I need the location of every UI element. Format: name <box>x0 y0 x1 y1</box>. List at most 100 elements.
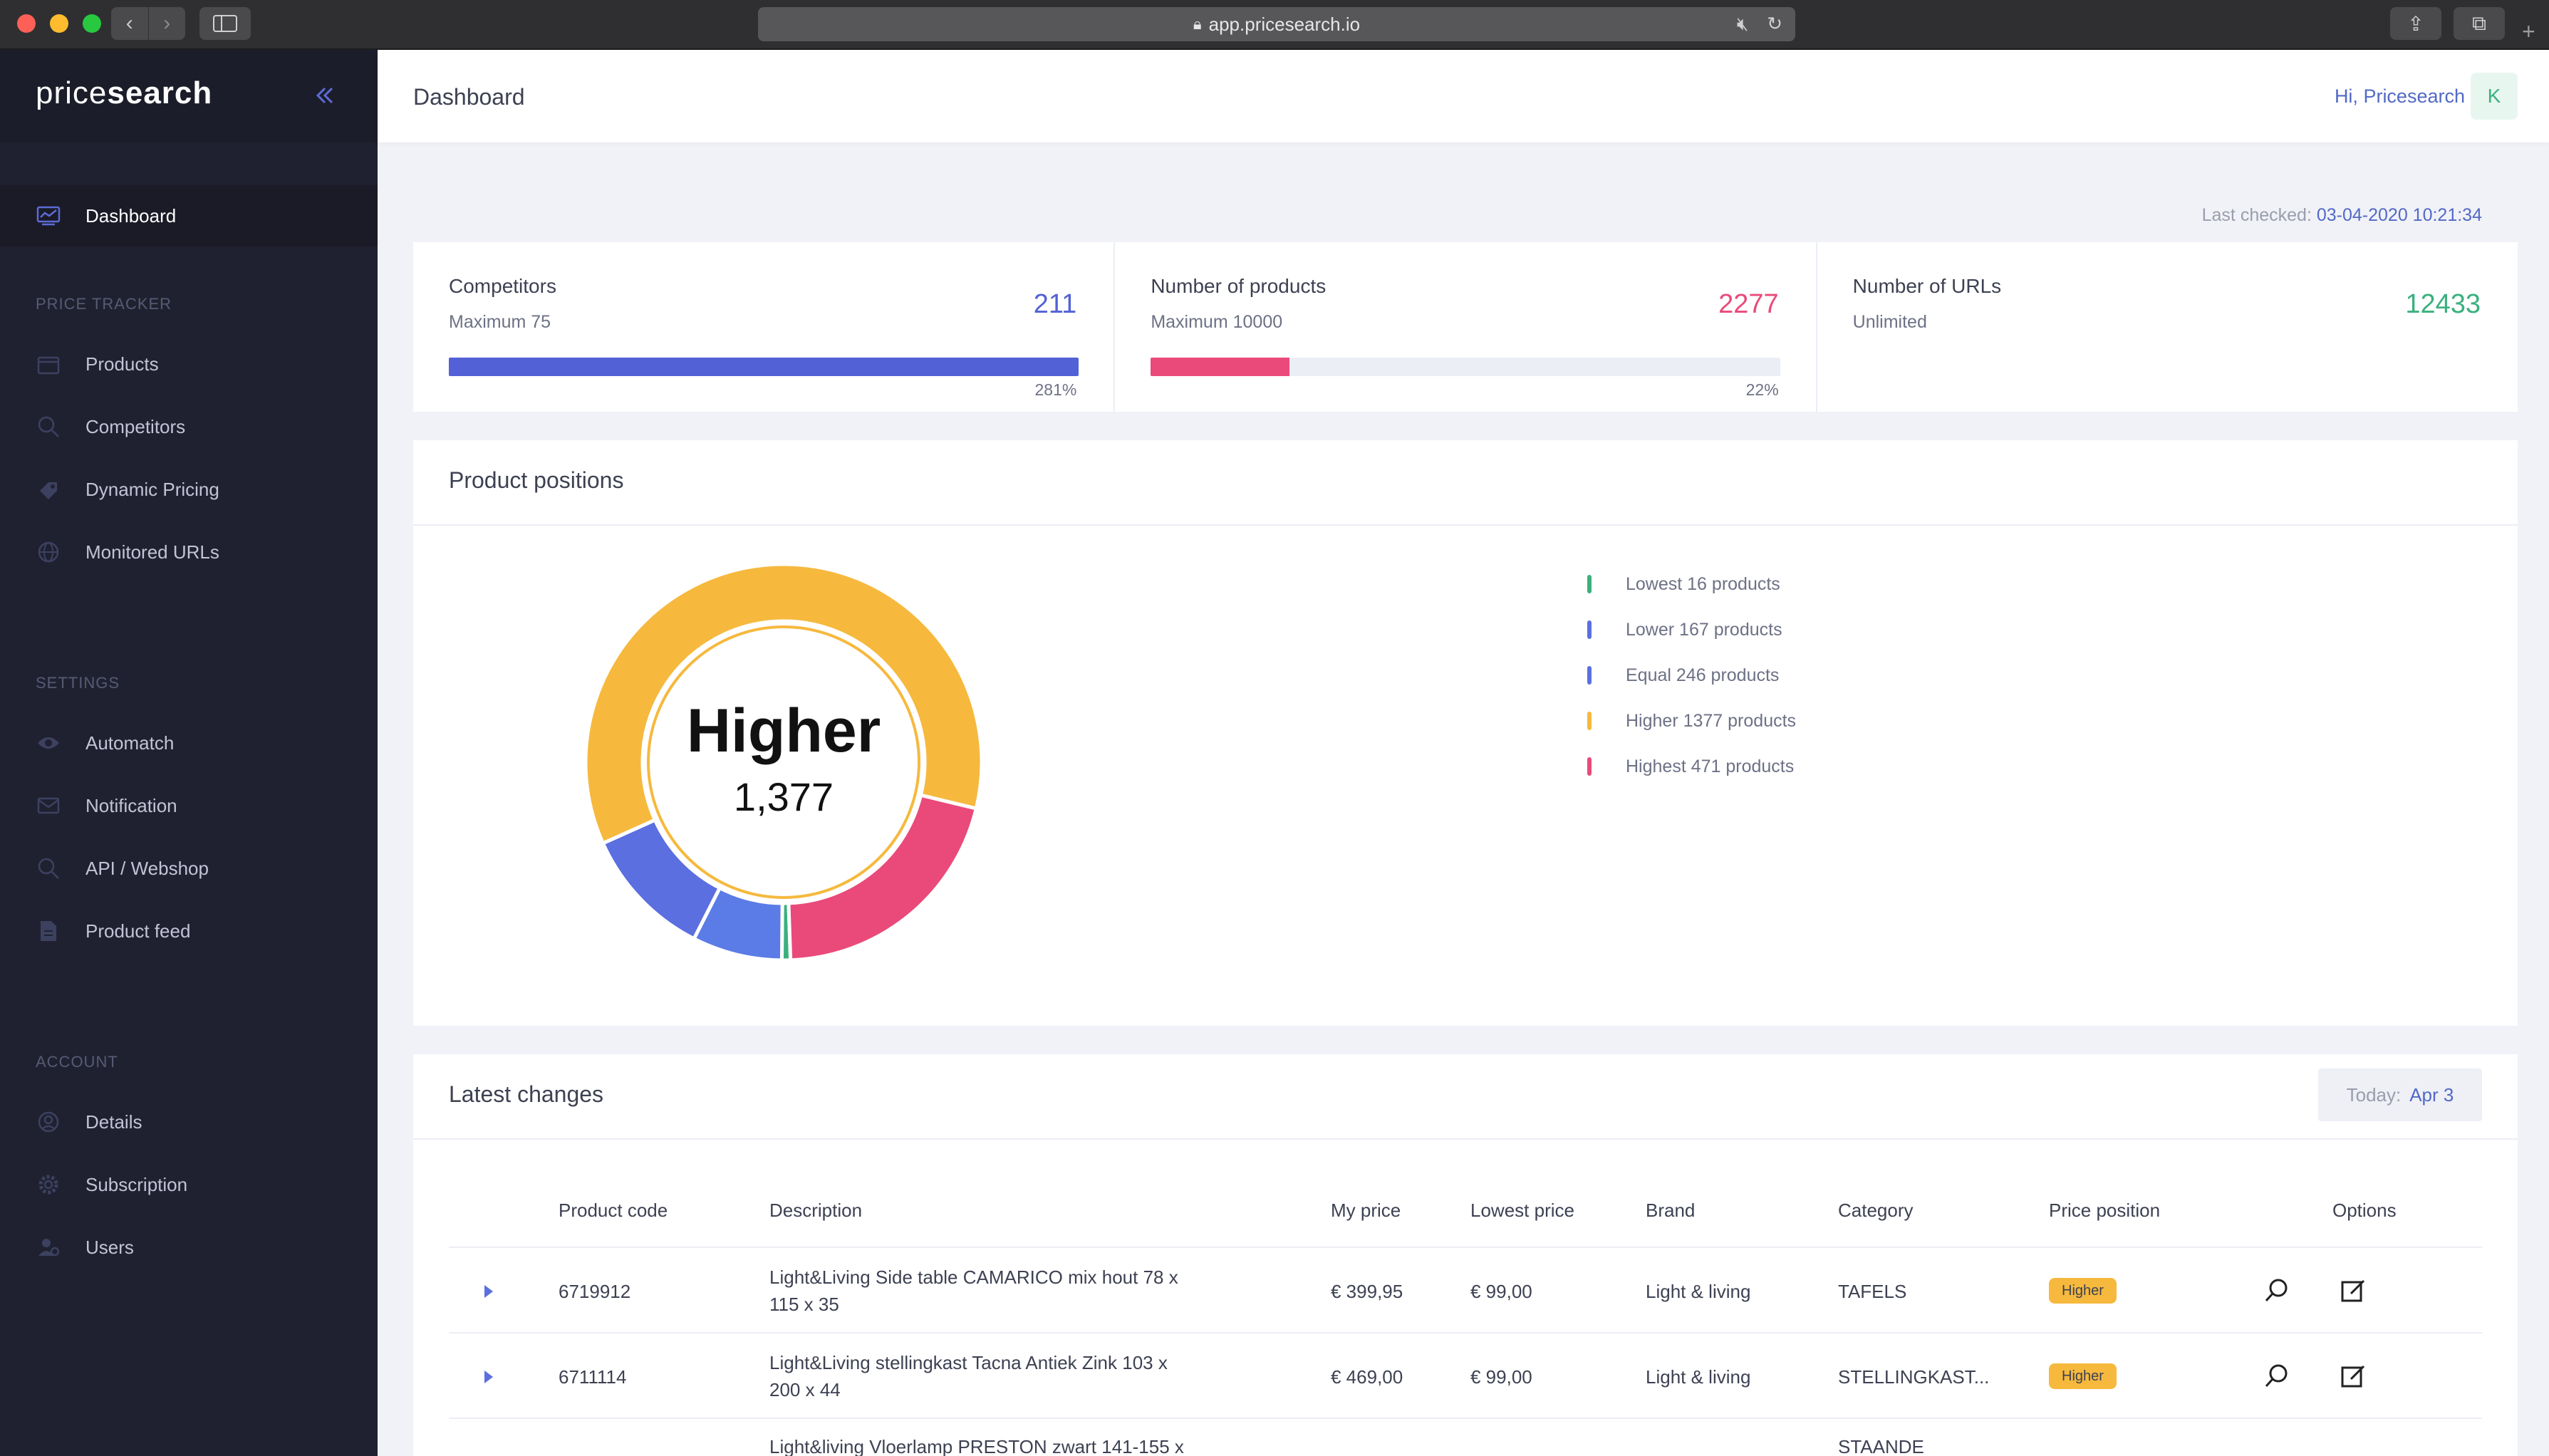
description-line: 200 x 44 <box>769 1379 841 1400</box>
price-position-badge: Higher <box>2049 1363 2117 1389</box>
col-price-position[interactable]: Price position <box>2049 1200 2160 1222</box>
col-my-price[interactable]: My price <box>1331 1200 1401 1222</box>
reload-icon[interactable]: ↻ <box>1767 13 1782 36</box>
url-text: app.pricesearch.io <box>1208 13 1361 35</box>
progress-fill <box>1151 358 1289 376</box>
cell-description: Light&living Vloerlamp PRESTON zwart 141… <box>769 1436 1184 1456</box>
search-icon <box>36 856 61 881</box>
avatar[interactable]: K <box>2471 73 2518 120</box>
search-icon <box>36 414 61 440</box>
sidebar-item-dynamic-pricing[interactable]: Dynamic Pricing <box>0 459 378 520</box>
document-icon <box>36 918 61 944</box>
position-donut-chart[interactable]: Higher 1,377 <box>584 563 983 962</box>
search-icon[interactable] <box>2263 1276 2291 1305</box>
sidebar-item-api-webshop[interactable]: API / Webshop <box>0 838 378 899</box>
progress-percent: 281% <box>1034 380 1077 399</box>
stat-competitors: Competitors Maximum 75 211 281% <box>413 242 1116 412</box>
sidebar-item-monitored-urls[interactable]: Monitored URLs <box>0 521 378 583</box>
legend-item[interactable]: Higher 1377 products <box>1587 698 1796 744</box>
edit-icon[interactable] <box>2340 1362 2368 1390</box>
globe-icon <box>36 539 61 565</box>
user-greeting[interactable]: Hi, Pricesearch <box>2335 85 2465 108</box>
legend-label: Lower 167 products <box>1626 619 1782 640</box>
minimize-window-button[interactable] <box>50 14 68 33</box>
stat-value: 2277 <box>1718 289 1779 319</box>
cell-product-code: 6711114 <box>559 1366 627 1388</box>
card-title: Latest changes <box>449 1081 604 1107</box>
col-category[interactable]: Category <box>1838 1200 1914 1222</box>
brand-logo[interactable]: pricesearch <box>36 76 212 111</box>
expand-row-icon[interactable] <box>484 1371 493 1383</box>
stat-label: Number of products <box>1151 275 1327 297</box>
collapse-sidebar-icon[interactable] <box>311 81 339 110</box>
back-icon[interactable]: ‹ <box>111 7 149 40</box>
stat-value: 211 <box>1033 289 1077 319</box>
legend-swatch <box>1587 757 1592 776</box>
sidebar-item-subscription[interactable]: Subscription <box>0 1154 378 1215</box>
cell-lowest-price: € 99,00 <box>1470 1366 1532 1388</box>
close-window-button[interactable] <box>17 14 36 33</box>
fullscreen-window-button[interactable] <box>83 14 101 33</box>
sidebar-item-users[interactable]: Users <box>0 1217 378 1278</box>
cell-my-price: € 469,00 <box>1331 1366 1403 1388</box>
progress-track <box>449 358 1079 376</box>
cell-my-price: € 399,95 <box>1331 1281 1403 1302</box>
sidebar-item-competitors[interactable]: Competitors <box>0 396 378 457</box>
donut-slice-equal[interactable] <box>601 817 722 942</box>
top-header: Dashboard Hi, Pricesearch K <box>378 50 2549 142</box>
sidebar-item-label: API / Webshop <box>85 857 209 879</box>
donut-center-value: 1,377 <box>734 774 834 819</box>
tab-overview-icon[interactable]: ⧉ <box>2454 7 2505 40</box>
legend-swatch <box>1587 712 1592 730</box>
legend-item[interactable]: Lowest 16 products <box>1587 561 1796 607</box>
forward-icon[interactable]: › <box>149 7 186 40</box>
description-line: Light&Living Side table CAMARICO mix hou… <box>769 1267 1178 1288</box>
donut-slice-highest[interactable] <box>786 793 979 962</box>
sidebar-item-label: Notification <box>85 794 177 816</box>
cell-category: STAANDE <box>1838 1436 1924 1456</box>
sidebar-item-products[interactable]: Products <box>0 333 378 395</box>
sidebar-item-label: Automatch <box>85 732 175 754</box>
cell-category: STELLINGKAST... <box>1838 1366 1990 1388</box>
progress-track <box>1151 358 1781 376</box>
expand-row-icon[interactable] <box>484 1285 493 1298</box>
brand-light: price <box>36 76 108 110</box>
card-title: Product positions <box>449 467 624 493</box>
col-lowest-price[interactable]: Lowest price <box>1470 1200 1574 1222</box>
legend-item[interactable]: Highest 471 products <box>1587 744 1796 789</box>
stats-panel: Competitors Maximum 75 211 281% Number o… <box>413 242 2518 412</box>
legend-item[interactable]: Equal 246 products <box>1587 652 1796 698</box>
sidebar: pricesearch Dashboard PRICE TRACKER Prod… <box>0 50 378 1456</box>
sidebar-item-label: Products <box>85 353 159 375</box>
browser-toolbar: ‹ › 🔒︎ app.pricesearch.io 🔇︎ ↻ ⇪ ⧉ + <box>0 0 2549 50</box>
row-divider <box>449 1418 2482 1419</box>
new-tab-icon[interactable]: + <box>2522 19 2535 45</box>
cell-category: TAFELS <box>1838 1281 1907 1302</box>
stat-urls: Number of URLs Unlimited 12433 <box>1817 242 2518 412</box>
progress-percent: 22% <box>1745 380 1779 399</box>
browser-sidebar-icon[interactable] <box>199 7 251 40</box>
address-bar[interactable]: 🔒︎ app.pricesearch.io 🔇︎ ↻ <box>758 7 1795 41</box>
col-description[interactable]: Description <box>769 1200 862 1222</box>
legend-item[interactable]: Lower 167 products <box>1587 607 1796 652</box>
col-product-code[interactable]: Product code <box>559 1200 668 1222</box>
edit-icon[interactable] <box>2340 1276 2368 1305</box>
mute-icon[interactable]: 🔇︎ <box>1737 13 1748 36</box>
sidebar-item-notification[interactable]: Notification <box>0 775 378 836</box>
search-icon[interactable] <box>2263 1362 2291 1390</box>
brand-bold: search <box>107 76 213 110</box>
gear-icon <box>36 1172 61 1197</box>
eye-icon <box>36 730 61 756</box>
sidebar-item-dashboard[interactable]: Dashboard <box>0 185 378 246</box>
date-filter[interactable]: Today: Apr 3 <box>2318 1068 2482 1121</box>
share-icon[interactable]: ⇪ <box>2390 7 2441 40</box>
sidebar-item-automatch[interactable]: Automatch <box>0 712 378 774</box>
sidebar-item-product-feed[interactable]: Product feed <box>0 900 378 962</box>
cell-brand: Light & living <box>1646 1366 1751 1388</box>
sidebar-item-label: Competitors <box>85 415 186 437</box>
col-brand[interactable]: Brand <box>1646 1200 1695 1222</box>
sidebar-item-details[interactable]: Details <box>0 1091 378 1153</box>
stat-value: 12433 <box>2405 289 2481 319</box>
user-circle-icon <box>36 1109 61 1135</box>
cell-lowest-price: € 99,00 <box>1470 1281 1532 1302</box>
